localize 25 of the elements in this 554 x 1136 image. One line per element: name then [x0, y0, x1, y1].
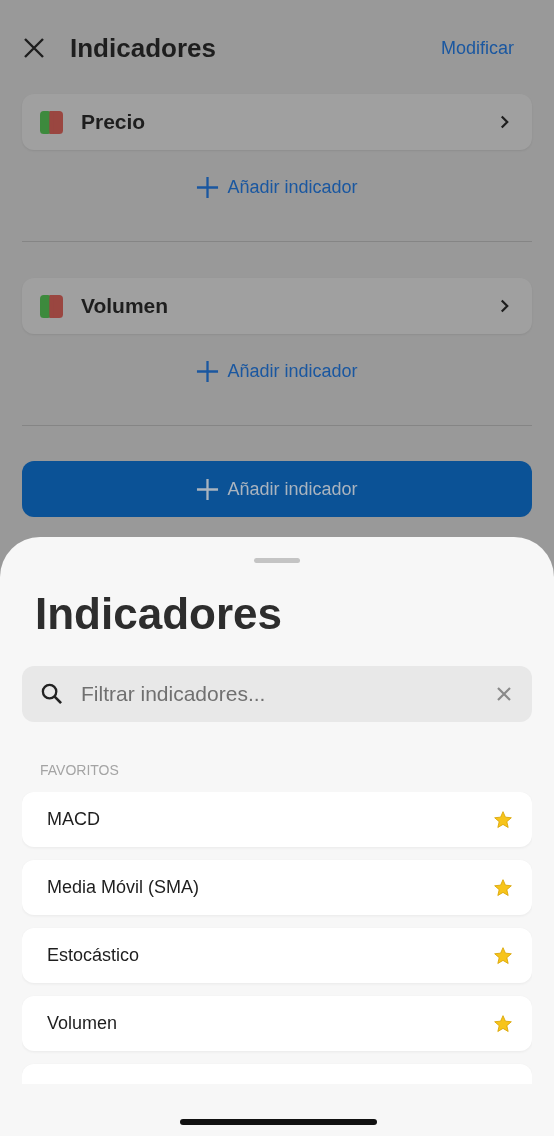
indicator-list-item[interactable]: Estocástico — [22, 928, 532, 983]
section-header: FAVORITOS — [40, 762, 120, 778]
plus-icon — [196, 360, 220, 383]
screen-title: Indicadores — [70, 32, 216, 64]
chevron-right-icon — [499, 114, 510, 130]
candle-color-icon — [40, 294, 63, 318]
candle-color-icon — [40, 110, 63, 134]
chevron-right-icon — [499, 298, 510, 314]
plus-icon — [196, 176, 220, 199]
indicator-list-item[interactable]: Volumen — [22, 996, 532, 1051]
add-indicator-button[interactable]: Añadir indicador — [22, 461, 532, 517]
drag-handle[interactable] — [254, 558, 300, 563]
indicator-group-row[interactable]: Precio — [22, 94, 532, 150]
indicator-list-item[interactable]: MACD — [22, 792, 532, 847]
plus-icon — [196, 477, 220, 501]
star-icon[interactable] — [493, 1013, 513, 1034]
indicator-group-row[interactable]: Volumen — [22, 278, 532, 334]
star-icon[interactable] — [493, 945, 513, 966]
indicator-list-item[interactable]: Media Móvil (SMA) — [22, 860, 532, 915]
close-icon[interactable] — [22, 36, 46, 60]
sheet-title: Indicadores — [35, 588, 283, 640]
clear-icon[interactable] — [496, 686, 512, 702]
search-field[interactable]: Filtrar indicadores... — [22, 666, 532, 722]
star-icon[interactable] — [493, 877, 513, 898]
star-icon[interactable] — [493, 809, 513, 830]
